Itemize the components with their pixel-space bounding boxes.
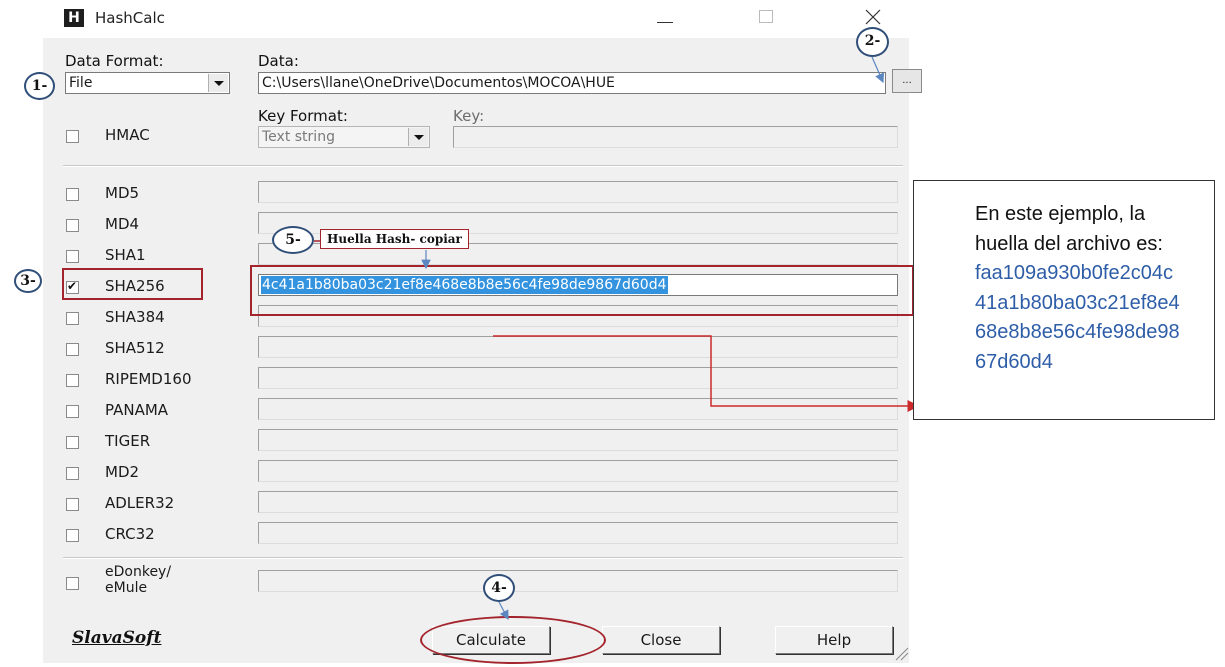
hash-line1: faa109a930b0fe2c04c	[975, 262, 1173, 284]
hash-line3: 68e8b8e56c4fe98de98	[975, 321, 1180, 343]
info-line1: En este ejemplo, la	[975, 203, 1146, 225]
info-box: En este ejemplo, la huella del archivo e…	[913, 180, 1215, 420]
hash-line2: 41a1b80ba03c21ef8e4	[975, 292, 1180, 314]
info-line2: huella del archivo es:	[975, 233, 1163, 255]
hash-line4: 67d60d4	[975, 351, 1053, 373]
